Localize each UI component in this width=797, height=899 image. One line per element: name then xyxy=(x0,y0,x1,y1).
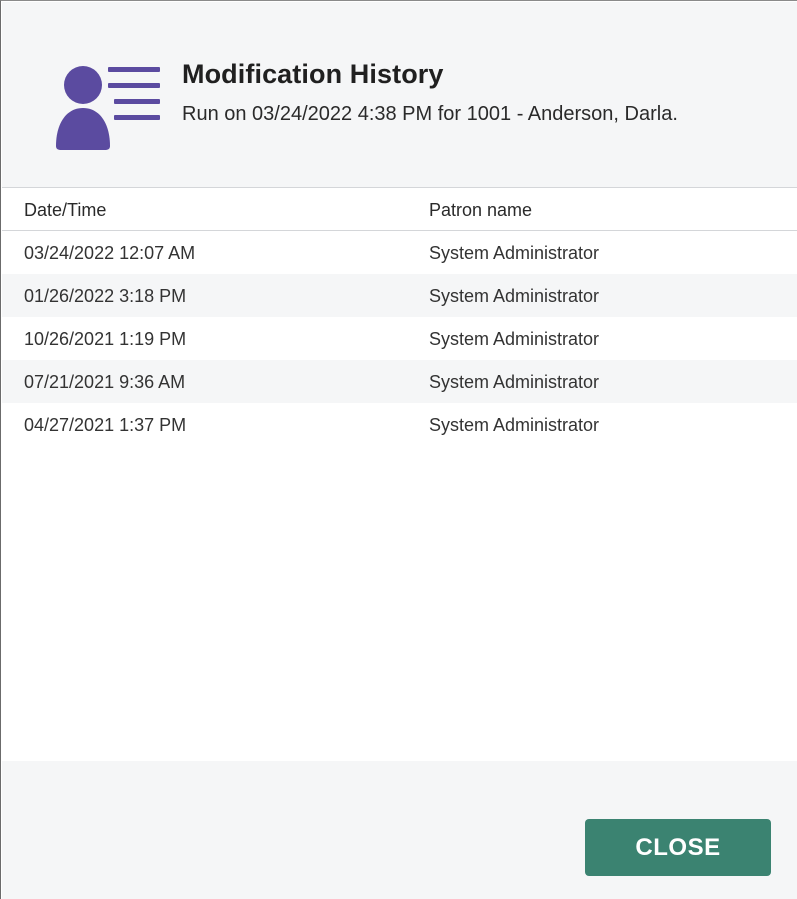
dialog-title: Modification History xyxy=(182,59,444,89)
user-list-icon xyxy=(56,66,160,150)
cell-date-time: 07/21/2021 9:36 AM xyxy=(24,372,186,392)
cell-date-time: 04/27/2021 1:37 PM xyxy=(24,415,187,435)
table-row: 07/21/2021 9:36 AM System Administrator xyxy=(2,360,797,403)
table-row: 04/27/2021 1:37 PM System Administrator xyxy=(2,403,797,446)
dialog-header: Modification History Run on 03/24/2022 4… xyxy=(2,2,797,188)
dialog-footer: CLOSE xyxy=(2,761,797,899)
cell-patron-name: System Administrator xyxy=(429,329,600,349)
cell-patron-name: System Administrator xyxy=(429,243,600,263)
cell-date-time: 10/26/2021 1:19 PM xyxy=(24,329,187,349)
table-row: 03/24/2022 12:07 AM System Administrator xyxy=(2,231,797,274)
cell-patron-name: System Administrator xyxy=(429,415,600,435)
close-button[interactable]: CLOSE xyxy=(585,819,771,876)
dialog-subtitle: Run on 03/24/2022 4:38 PM for 1001 - And… xyxy=(182,103,678,125)
cell-date-time: 03/24/2022 12:07 AM xyxy=(24,243,196,263)
cell-patron-name: System Administrator xyxy=(429,372,600,392)
table-row: 10/26/2021 1:19 PM System Administrator xyxy=(2,317,797,360)
modification-history-dialog: Modification History Run on 03/24/2022 4… xyxy=(0,0,797,899)
table-header: Date/Time Patron name xyxy=(2,189,797,231)
table-row: 01/26/2022 3:18 PM System Administrator xyxy=(2,274,797,317)
cell-patron-name: System Administrator xyxy=(429,286,600,306)
modification-table: Date/Time Patron name 03/24/2022 12:07 A… xyxy=(2,189,797,446)
cell-date-time: 01/26/2022 3:18 PM xyxy=(24,286,187,306)
column-header-date-time[interactable]: Date/Time xyxy=(24,200,106,221)
column-header-patron-name[interactable]: Patron name xyxy=(429,200,532,221)
